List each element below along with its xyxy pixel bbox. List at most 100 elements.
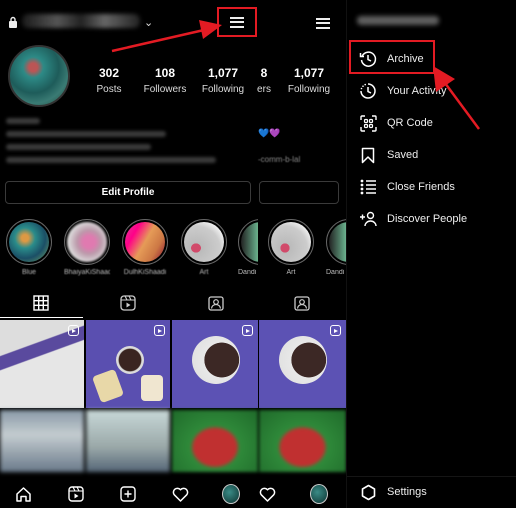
activity-heart-icon xyxy=(259,487,275,502)
drawer-username-blurred xyxy=(357,16,439,25)
followers-count: 108 xyxy=(154,66,176,80)
menu-button-secondary[interactable] xyxy=(312,12,334,34)
stat-posts[interactable]: 302 Posts xyxy=(94,66,124,95)
highlight-caption: Art xyxy=(199,269,209,276)
side-drawer: Archive Your Activity QR Code Saved Clos… xyxy=(346,0,516,508)
menu-item-discover-people[interactable]: Discover People xyxy=(353,206,513,232)
bio-hearts: 💙💜 xyxy=(258,128,280,139)
settings-gear-icon xyxy=(361,484,375,500)
posts-label: Posts xyxy=(96,84,122,95)
post-thumbnail[interactable] xyxy=(86,320,170,408)
post-thumbnail[interactable] xyxy=(259,320,346,408)
highlight-caption: Dandi xyxy=(238,269,257,276)
bio-link-blurred[interactable] xyxy=(6,157,216,163)
bio-line-blurred xyxy=(6,144,151,150)
menu-label: Close Friends xyxy=(387,181,455,193)
post-thumbnail[interactable] xyxy=(259,410,346,472)
following-label-overlap: Following xyxy=(287,84,331,95)
following-count-overlap: 1,077 xyxy=(293,66,325,80)
settings-button[interactable]: Settings xyxy=(353,482,427,502)
highlight-item[interactable]: Art xyxy=(268,219,314,276)
reel-icon xyxy=(154,325,165,336)
profile-tabs xyxy=(0,289,346,319)
post-thumbnail[interactable] xyxy=(172,410,258,472)
reel-icon xyxy=(330,325,341,336)
menu-item-your-activity[interactable]: Your Activity xyxy=(353,78,513,104)
edit-profile-button[interactable]: Edit Profile xyxy=(5,181,251,204)
stat-following-overlap[interactable]: 1,077 Following xyxy=(284,66,334,95)
post-thumbnail[interactable] xyxy=(172,320,258,408)
bio-link-partial[interactable]: -comm-b-lal xyxy=(258,155,300,164)
hamburger-icon xyxy=(316,17,330,29)
new-post-icon xyxy=(120,486,136,502)
activity-button-overlap[interactable] xyxy=(258,485,276,503)
post-thumbnail[interactable] xyxy=(0,410,84,472)
post-thumbnail[interactable] xyxy=(0,320,84,408)
menu-label: Your Activity xyxy=(387,85,447,97)
highlight-cover xyxy=(329,222,346,262)
highlight-cover xyxy=(241,222,258,262)
post-thumbnail[interactable] xyxy=(86,410,170,472)
profile-avatar[interactable] xyxy=(8,45,70,107)
grid-icon[interactable] xyxy=(33,295,49,311)
new-post-button[interactable] xyxy=(119,485,137,503)
highlight-cover xyxy=(184,222,224,262)
tagged-icon[interactable] xyxy=(294,295,310,311)
stat-following[interactable]: 1,077 Following xyxy=(198,66,248,95)
reels-button[interactable] xyxy=(67,485,85,503)
account-switch-chevron-icon[interactable]: ⌄ xyxy=(144,16,153,29)
edit-profile-button-overlap[interactable] xyxy=(259,181,339,204)
reel-icon xyxy=(68,325,79,336)
stat-followers-partial: 8 ers xyxy=(256,66,272,95)
reels-icon xyxy=(68,486,84,502)
activity-button[interactable] xyxy=(171,485,189,503)
following-label: Following xyxy=(201,84,245,95)
profile-screen: ⌄ 302 Posts 108 Followers 1,077 Followin… xyxy=(0,0,346,508)
reel-icon xyxy=(242,325,253,336)
highlight-item[interactable]: BhaiyaKiShaadi xyxy=(64,219,110,276)
reels-icon[interactable] xyxy=(120,295,136,311)
purple-heart-emoji: 💜 xyxy=(269,128,281,138)
activity-heart-icon xyxy=(172,487,188,502)
highlight-item[interactable]: Dandi xyxy=(326,219,346,276)
profile-tab-button[interactable] xyxy=(222,484,240,504)
home-icon xyxy=(15,486,31,502)
followers-label-partial: ers xyxy=(257,84,271,95)
home-button[interactable] xyxy=(14,485,32,503)
highlight-caption: Dandi xyxy=(326,269,345,276)
highlight-caption: BhaiyaKiShaadi xyxy=(64,269,110,276)
highlight-item[interactable]: Art xyxy=(181,219,227,276)
bottom-navigation xyxy=(0,480,346,508)
profile-tab-button-overlap[interactable] xyxy=(310,484,328,504)
active-tab-indicator xyxy=(0,317,83,318)
bio-line-blurred xyxy=(6,131,166,137)
menu-item-qr-code[interactable]: QR Code xyxy=(353,110,513,136)
highlight-caption: Blue xyxy=(21,269,36,276)
highlight-cover xyxy=(9,222,49,262)
profile-avatar xyxy=(310,484,328,504)
highlight-item[interactable]: Blue xyxy=(6,219,52,276)
bio-name-blurred xyxy=(6,118,40,124)
tagged-icon[interactable] xyxy=(208,295,224,311)
stat-followers[interactable]: 108 Followers xyxy=(142,66,188,95)
bookmark-icon xyxy=(361,147,375,163)
menu-item-close-friends[interactable]: Close Friends xyxy=(353,174,513,200)
highlight-item[interactable]: Dandi xyxy=(238,219,258,276)
username-blurred[interactable] xyxy=(22,14,140,28)
qr-code-icon xyxy=(359,114,377,132)
highlight-cover xyxy=(125,222,165,262)
menu-button[interactable] xyxy=(217,7,257,37)
posts-grid xyxy=(0,320,346,472)
menu-label: Discover People xyxy=(387,213,468,225)
archive-highlight-box xyxy=(349,40,435,74)
highlight-item[interactable]: DulhKiShaadi xyxy=(122,219,168,276)
profile-avatar xyxy=(222,484,240,504)
lock-icon xyxy=(9,16,17,28)
add-person-icon xyxy=(360,211,377,227)
followers-label: Followers xyxy=(143,84,187,95)
blue-heart-emoji: 💙 xyxy=(258,128,270,138)
menu-label: QR Code xyxy=(387,117,433,129)
posts-count: 302 xyxy=(98,66,120,80)
highlight-cover xyxy=(67,222,107,262)
menu-item-saved[interactable]: Saved xyxy=(353,142,513,168)
